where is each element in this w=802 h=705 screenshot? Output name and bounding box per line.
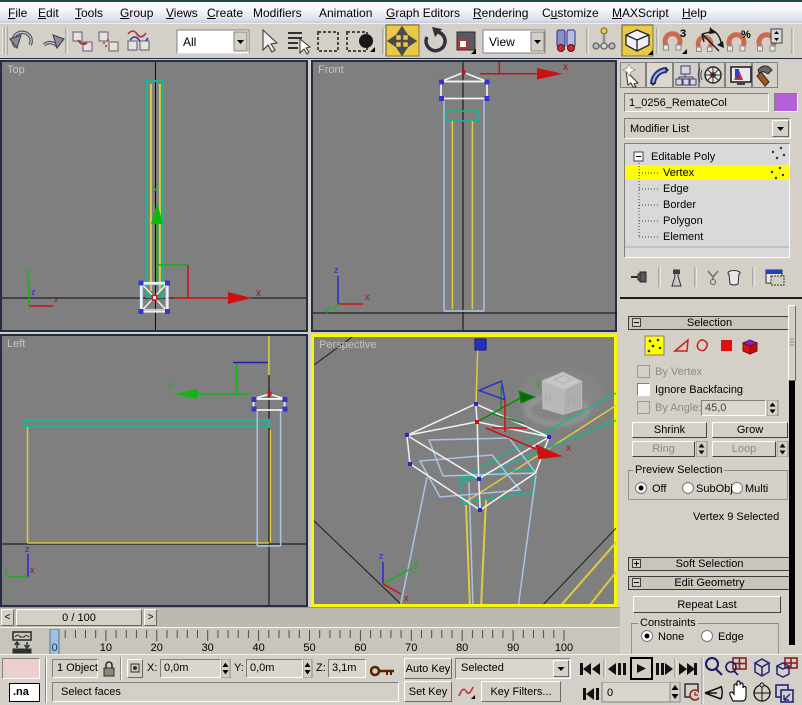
svg-text:Editable Poly: Editable Poly — [651, 151, 716, 163]
svg-text:20: 20 — [151, 642, 163, 654]
svg-text:60: 60 — [354, 642, 366, 654]
svg-text:10: 10 — [100, 642, 112, 654]
svg-text:y: y — [536, 378, 541, 389]
svg-text:x: x — [404, 593, 409, 603]
svg-text:100: 100 — [555, 642, 573, 654]
svg-text:x: x — [256, 288, 261, 299]
svg-text:x: x — [563, 62, 568, 73]
svg-text:View: View — [489, 35, 515, 49]
svg-text:30: 30 — [202, 642, 214, 654]
svg-text:90: 90 — [507, 642, 519, 654]
svg-text:Element: Element — [663, 231, 703, 243]
svg-text:Border: Border — [663, 199, 696, 211]
svg-text:%: % — [741, 29, 751, 41]
svg-text:Edge: Edge — [663, 183, 689, 195]
svg-text:z: z — [379, 551, 384, 561]
svg-text:y: y — [414, 559, 419, 569]
svg-text:x: x — [365, 292, 370, 302]
svg-text:x: x — [30, 565, 35, 575]
svg-text:Vertex: Vertex — [663, 167, 695, 179]
svg-text:y: y — [153, 182, 158, 193]
svg-text:x: x — [566, 443, 571, 454]
svg-text:All: All — [183, 35, 196, 49]
svg-text:40: 40 — [252, 642, 264, 654]
svg-text:Polygon: Polygon — [663, 215, 703, 227]
svg-text:x: x — [54, 294, 59, 304]
svg-text:y: y — [26, 267, 31, 277]
svg-text:y: y — [325, 304, 330, 314]
svg-text:3: 3 — [680, 28, 686, 40]
svg-text:0: 0 — [607, 687, 613, 699]
svg-text:z: z — [334, 265, 339, 275]
svg-text:y: y — [4, 566, 9, 576]
svg-text:0: 0 — [51, 642, 57, 654]
svg-text:z: z — [31, 287, 36, 297]
svg-text:50: 50 — [303, 642, 315, 654]
svg-text:y: y — [168, 380, 173, 391]
svg-text:70: 70 — [405, 642, 417, 654]
svg-text:z: z — [25, 544, 30, 554]
svg-text:80: 80 — [456, 642, 468, 654]
